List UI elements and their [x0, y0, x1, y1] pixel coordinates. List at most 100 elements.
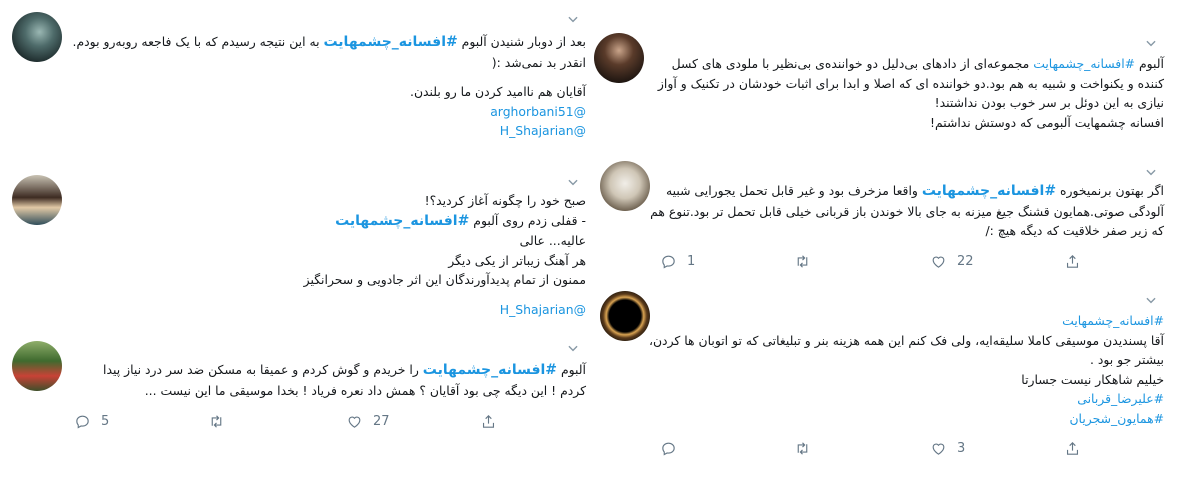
- tweet-line: بیشتر جو بود .: [649, 350, 1164, 370]
- chevron-down-icon[interactable]: [1144, 293, 1158, 307]
- tweet-line: - قفلی زدم روی آلبوم #افسانه_چشمهایت: [304, 211, 586, 232]
- avatar[interactable]: [600, 161, 650, 211]
- retweet-button[interactable]: [208, 413, 235, 430]
- like-count: 27: [373, 414, 390, 429]
- tweet-line: ممنون از تمام پدیدآورندگان این اثر جادوی…: [304, 270, 586, 290]
- tweet-line: آقایان هم ناامید کردن ما رو بلندن.: [73, 82, 586, 102]
- tweet-text-segment: بیشتر جو بود .: [1090, 352, 1164, 367]
- hashtag-link[interactable]: #همایون_شجریان: [1069, 411, 1164, 426]
- tweet-line: کردم ! این دیگه چی بود آقایان ؟ همش داد …: [103, 381, 586, 401]
- share-icon: [1066, 442, 1079, 455]
- chevron-down-icon[interactable]: [566, 12, 580, 26]
- tweet-line: صبح خود را چگونه آغاز کردید؟!: [304, 191, 586, 211]
- tweet-line: @arghorbani51: [73, 102, 586, 122]
- reply-button[interactable]: [660, 440, 687, 457]
- tweet-line: اگر بهتون برنمیخوره #افسانه_چشمهایت واقع…: [650, 181, 1164, 202]
- reply-button[interactable]: 5: [74, 413, 109, 430]
- reply-icon: [76, 415, 89, 429]
- like-button[interactable]: 27: [346, 413, 390, 430]
- like-button[interactable]: 3: [930, 440, 965, 457]
- chevron-down-icon[interactable]: [566, 341, 580, 355]
- tweet-text-segment: افسانه چشمهایت آلبومی که دوستش نداشتم!: [930, 114, 1164, 130]
- tweet-line: هر آهنگ زیباتر از یکی دیگر: [304, 251, 586, 271]
- mention-link[interactable]: @H_Shajarian: [500, 302, 586, 317]
- tweet-text-segment: کننده و یکنواخت و شبیه به هم بود.دو خوان…: [657, 75, 1164, 91]
- hashtag-link[interactable]: #افسانه_چشمهایت: [335, 213, 469, 229]
- like-button[interactable]: 22: [930, 253, 974, 270]
- tweet-line: افسانه چشمهایت آلبومی که دوستش نداشتم!: [658, 113, 1164, 133]
- tweet-text-segment: آقایان هم ناامید کردن ما رو بلندن.: [410, 84, 586, 99]
- tweet-line: نیازی به این دوئل بر سر خوب بودن نداشتند…: [658, 93, 1164, 113]
- retweet-button[interactable]: [794, 253, 821, 270]
- heart-icon: [932, 256, 945, 268]
- chevron-down-icon[interactable]: [1144, 165, 1158, 179]
- hashtag-link[interactable]: #علیرضا_قربانی: [1077, 391, 1164, 406]
- avatar[interactable]: [12, 12, 62, 62]
- avatar[interactable]: [594, 33, 644, 83]
- tweet-text-segment: را خریدم و گوش کردم و عمیقا به مسکن ضد س…: [103, 362, 423, 377]
- share-button[interactable]: [1064, 253, 1081, 270]
- mention-link[interactable]: @arghorbani51: [490, 104, 586, 119]
- avatar[interactable]: [12, 341, 62, 391]
- tweet-text-segment: واقعا مزخرف بود و غیر قابل تحمل یجورایی …: [665, 183, 922, 198]
- tweet-line: #همایون_شجریان: [649, 409, 1164, 429]
- hashtag-link[interactable]: #افسانه_چشمهایت: [1062, 313, 1164, 328]
- tweet-text-segment: آقا پسندیدن موسیقی کاملا سلیقه‌ایه، ولی …: [648, 332, 1164, 348]
- tweet-text-segment: - قفلی زدم روی آلبوم: [469, 212, 586, 228]
- reply-button[interactable]: 1: [660, 253, 695, 270]
- tweet-text: اگر بهتون برنمیخوره #افسانه_چشمهایت واقع…: [650, 181, 1164, 241]
- tweet-text: بعد از دوبار شنیدن آلبوم #افسانه_چشمهایت…: [73, 32, 586, 141]
- tweet-text-segment: هر آهنگ زیباتر از یکی دیگر: [448, 252, 586, 268]
- tweet-actions: 3: [660, 440, 1100, 464]
- tweet-line: آلبوم #افسانه_چشمهایت را خریدم و گوش کرد…: [103, 360, 586, 381]
- reply-count: 5: [101, 414, 110, 429]
- tweet-text-segment: انقدر بد نمی‌شد :(: [491, 54, 586, 70]
- chevron-down-icon[interactable]: [1144, 36, 1158, 50]
- share-button[interactable]: [1064, 440, 1081, 457]
- tweet-text-segment: اگر بهتون برنمیخوره: [1056, 183, 1164, 198]
- tweet-line: کننده و یکنواخت و شبیه به هم بود.دو خوان…: [658, 74, 1164, 94]
- retweet-button[interactable]: [794, 440, 821, 457]
- tweet-line: عالیه... عالی: [304, 231, 586, 251]
- tweet-line: @H_Shajarian: [73, 121, 586, 141]
- tweet-line: که زیر صفر خلاقیت که دیگه هیچ :/: [650, 221, 1164, 241]
- tweet-text-segment: صبح خود را چگونه آغاز کردید؟!: [424, 193, 586, 208]
- avatar[interactable]: [12, 175, 62, 225]
- retweet-icon: [797, 442, 808, 455]
- tweet-line: بعد از دوبار شنیدن آلبوم #افسانه_چشمهایت…: [73, 32, 586, 53]
- tweet-5: اگر بهتون برنمیخوره #افسانه_چشمهایت واقع…: [588, 153, 1178, 283]
- like-count: 3: [957, 441, 966, 456]
- tweet-line: [73, 72, 586, 82]
- tweet-text-segment: خیلیم شاهکار نیست جسارتا: [1021, 371, 1164, 387]
- tweet-text-segment: نیازی به این دوئل بر سر خوب بودن نداشتند…: [934, 95, 1164, 110]
- retweet-icon: [211, 415, 222, 428]
- mention-link[interactable]: @H_Shajarian: [500, 123, 586, 138]
- like-count: 22: [957, 254, 974, 269]
- hashtag-link[interactable]: #افسانه_چشمهایت: [1033, 56, 1135, 71]
- tweet-3: آلبوم #افسانه_چشمهایت را خریدم و گوش کرد…: [0, 335, 600, 482]
- tweet-text-segment: مجموعه‌ای از دادهای بی‌دلیل دو خواننده‌ی…: [671, 56, 1034, 71]
- tweet-text-segment: آلبوم: [557, 362, 586, 377]
- tweet-line: @H_Shajarian: [304, 300, 586, 320]
- reply-count: 1: [687, 254, 696, 269]
- hashtag-link[interactable]: #افسانه_چشمهایت: [423, 362, 557, 378]
- tweet-line: آقا پسندیدن موسیقی کاملا سلیقه‌ایه، ولی …: [649, 331, 1164, 351]
- avatar[interactable]: [600, 291, 650, 341]
- tweet-text: #افسانه_چشمهایت آقا پسندیدن موسیقی کاملا …: [649, 311, 1164, 428]
- hashtag-link[interactable]: #افسانه_چشمهایت: [922, 183, 1056, 199]
- tweet-text-segment: که زیر صفر خلاقیت که دیگه هیچ :/: [985, 223, 1164, 238]
- tweet-2: صبح خود را چگونه آغاز کردید؟! - قفلی زدم …: [0, 165, 600, 335]
- tweet-text-segment: عالیه... عالی: [519, 233, 586, 248]
- heart-icon: [932, 443, 945, 455]
- heart-icon: [348, 416, 361, 428]
- tweet-actions: 5 27: [74, 413, 514, 437]
- tweet-text-segment: ممنون از تمام پدیدآورندگان این اثر جادوی…: [303, 272, 586, 287]
- reply-icon: [662, 255, 675, 269]
- share-icon: [1066, 255, 1079, 268]
- chevron-down-icon[interactable]: [566, 175, 580, 189]
- tweet-line: خیلیم شاهکار نیست جسارتا: [649, 370, 1164, 390]
- hashtag-link[interactable]: #افسانه_چشمهایت: [323, 34, 457, 50]
- tweet-text-segment: بعد از دوبار شنیدن آلبوم: [457, 34, 586, 49]
- tweet-4: آلبوم #افسانه_چشمهایت مجموعه‌ای از دادها…: [588, 18, 1178, 153]
- share-button[interactable]: [480, 413, 497, 430]
